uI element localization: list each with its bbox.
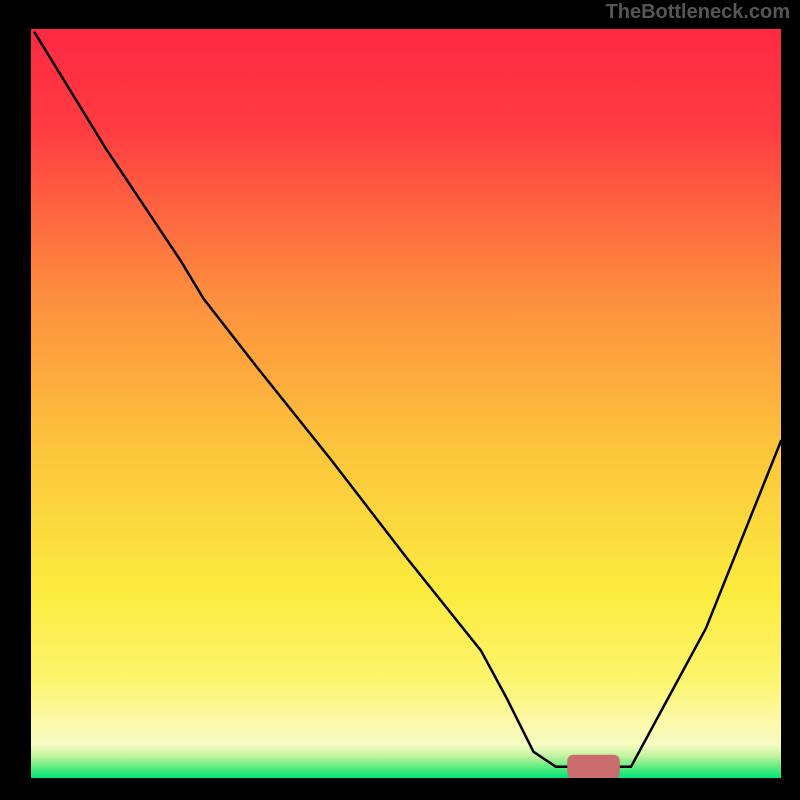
watermark-text: TheBottleneck.com bbox=[606, 2, 790, 22]
plot-area bbox=[31, 29, 781, 778]
plot-svg bbox=[31, 29, 781, 778]
chart-frame: TheBottleneck.com bbox=[0, 0, 800, 800]
optimal-marker bbox=[567, 755, 620, 778]
gradient-background bbox=[31, 29, 781, 778]
